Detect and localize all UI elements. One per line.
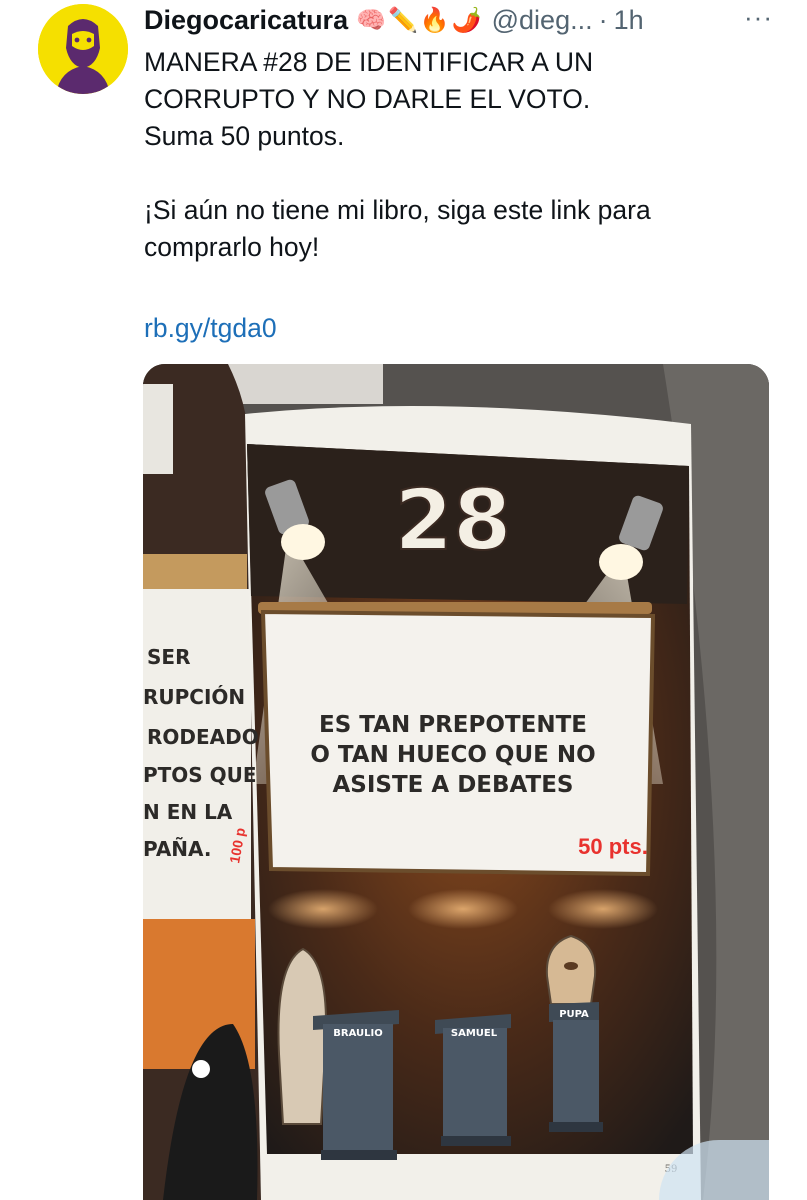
- tweet-line: CORRUPTO Y NO DARLE EL VOTO.: [144, 84, 591, 114]
- left-page-number-fragment: [143, 384, 173, 474]
- display-name[interactable]: Diegocaricatura: [144, 5, 348, 36]
- tweet-link[interactable]: rb.gy/tgda0: [144, 313, 277, 344]
- podium-braulio: BRAULIO: [313, 1010, 399, 1160]
- sign-text-line2: O TAN HUECO QUE NO: [310, 742, 595, 768]
- podium-label-pupa: PUPA: [559, 1009, 589, 1020]
- user-handle[interactable]: @dieg...: [492, 5, 593, 36]
- sign-text-line1: ES TAN PREPOTENTE: [319, 712, 587, 738]
- left-page-line: PTOS QUE: [143, 763, 257, 787]
- tweet-line: ¡Si aún no tiene mi libro, siga este lin…: [144, 195, 651, 225]
- tweet-line: comprarlo hoy!: [144, 232, 320, 262]
- tweet-media-photo[interactable]: 28 ES TAN PREPOTENTE O TAN HUECO QUE NO …: [143, 364, 769, 1200]
- book-photo: 28 ES TAN PREPOTENTE O TAN HUECO QUE NO …: [143, 364, 769, 1200]
- left-page-line: RODEADO: [147, 725, 259, 749]
- sign-text-line3: ASISTE A DEBATES: [332, 772, 573, 798]
- left-page-dog-eye: [192, 1060, 210, 1078]
- tweet-header: Diegocaricatura 🧠✏️🔥🌶️ @dieg... · 1h ···: [144, 2, 787, 38]
- left-page-line: RUPCIÓN: [143, 685, 245, 709]
- episode-number: 28: [395, 471, 512, 569]
- points-label: 50 pts.: [578, 834, 648, 859]
- podium-label-braulio: BRAULIO: [333, 1028, 382, 1039]
- tweet-line: MANERA #28 DE IDENTIFICAR A UN: [144, 47, 594, 77]
- left-page-line: N EN LA: [143, 800, 233, 824]
- floor-spot-1: [268, 889, 378, 929]
- left-page-board: [143, 589, 251, 919]
- more-options-icon[interactable]: ···: [744, 2, 773, 33]
- caricature-portrait-icon: [38, 4, 128, 94]
- left-page-board-top: [143, 554, 247, 594]
- tweet-text: MANERA #28 DE IDENTIFICAR A UN CORRUPTO …: [144, 44, 784, 266]
- podium-label-samuel: SAMUEL: [451, 1028, 498, 1039]
- character-braulio: [277, 947, 328, 1125]
- timestamp[interactable]: 1h: [614, 5, 644, 36]
- podium-samuel: SAMUEL: [435, 1014, 511, 1146]
- avatar[interactable]: [38, 4, 128, 94]
- podium-pupa: PUPA: [549, 1002, 603, 1132]
- separator-dot: ·: [598, 4, 608, 35]
- left-page-line: SER: [147, 645, 190, 669]
- tweet-line: Suma 50 puntos.: [144, 121, 345, 151]
- floor-spot-2: [408, 889, 518, 929]
- left-page-line: PAÑA.: [143, 837, 212, 861]
- floor-spot-3: [548, 889, 658, 929]
- name-emojis: 🧠✏️🔥🌶️: [356, 6, 484, 34]
